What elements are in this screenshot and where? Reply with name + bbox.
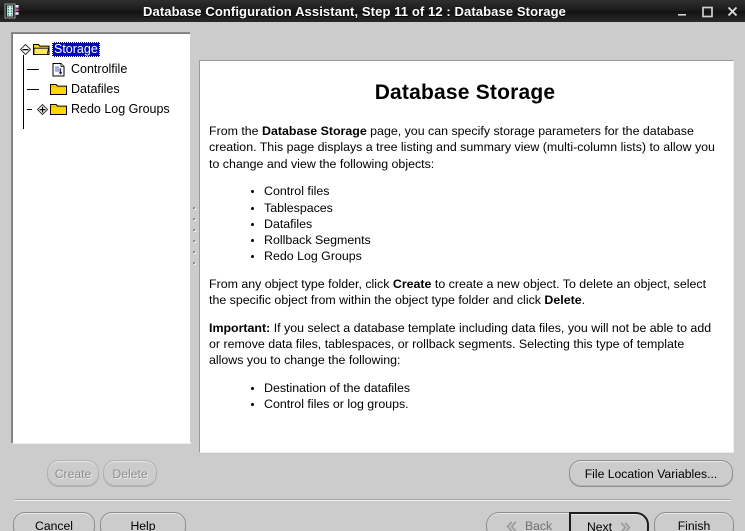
important-label: Important: bbox=[209, 320, 271, 335]
important-text: If you select a database template includ… bbox=[209, 320, 712, 368]
help-content-panel: Database Storage From the Database Stora… bbox=[199, 60, 734, 453]
file-location-variables-button[interactable]: File Location Variables... bbox=[569, 460, 733, 487]
help-button[interactable]: Help bbox=[100, 512, 186, 531]
controlfile-icon bbox=[50, 62, 67, 77]
back-button[interactable]: Back bbox=[486, 512, 571, 531]
chevron-double-left-icon bbox=[506, 520, 517, 531]
cd-seg3: . bbox=[581, 293, 586, 308]
object-type-list: Control files Tablespaces Datafiles Roll… bbox=[209, 183, 721, 264]
folder-icon bbox=[50, 102, 67, 117]
cd-bold-create: Create bbox=[392, 276, 432, 291]
create-delete-paragraph: From any object type folder, click Creat… bbox=[209, 276, 721, 309]
intro-paragraph: From the Database Storage page, you can … bbox=[209, 123, 721, 172]
close-icon[interactable] bbox=[726, 5, 739, 18]
window-title: Database Configuration Assistant, Step 1… bbox=[143, 3, 566, 19]
tree-node-label: Datafiles bbox=[71, 81, 120, 96]
changeable-items-list: Destination of the datafiles Control fil… bbox=[209, 380, 721, 413]
footer-separator bbox=[14, 499, 731, 501]
finish-button[interactable]: Finish bbox=[654, 512, 734, 531]
database-app-icon bbox=[4, 3, 20, 19]
list-item: Destination of the datafiles bbox=[251, 380, 721, 396]
intro-pre: From the bbox=[209, 124, 263, 138]
tree-node-label: Controlfile bbox=[71, 61, 128, 76]
divider-grip[interactable] bbox=[192, 207, 196, 269]
tree-node-redo-log-groups[interactable]: Redo Log Groups bbox=[16, 99, 190, 119]
important-paragraph: Important: If you select a database temp… bbox=[209, 320, 721, 369]
split-pane-divider[interactable] bbox=[190, 32, 198, 442]
folder-open-icon bbox=[33, 42, 50, 57]
page-title: Database Storage bbox=[374, 81, 556, 104]
cd-bold-delete: Delete bbox=[544, 293, 582, 308]
list-item: Control files bbox=[251, 183, 721, 199]
back-button-label: Back bbox=[524, 519, 553, 531]
tree-node-label: Storage bbox=[52, 41, 100, 57]
tree-node-label: Redo Log Groups bbox=[71, 101, 170, 116]
collapse-minus-handle[interactable] bbox=[18, 42, 33, 57]
maximize-icon[interactable] bbox=[701, 5, 714, 18]
tree-node-controlfile[interactable]: Controlfile bbox=[16, 59, 190, 79]
dialog-body: Storage Controlfile Datafiles Redo Log G… bbox=[0, 22, 745, 531]
application-window: Database Configuration Assistant, Step 1… bbox=[0, 0, 745, 531]
cd-seg1: From any object type folder, click bbox=[209, 276, 393, 291]
delete-button[interactable]: Delete bbox=[103, 460, 157, 487]
create-button[interactable]: Create bbox=[47, 460, 99, 487]
list-item: Redo Log Groups bbox=[251, 248, 721, 264]
list-item: Tablespaces bbox=[251, 200, 721, 216]
tree-node-storage[interactable]: Storage bbox=[16, 39, 190, 59]
storage-tree-panel[interactable]: Storage Controlfile Datafiles Redo Log G… bbox=[11, 32, 191, 444]
storage-tree[interactable]: Storage Controlfile Datafiles Redo Log G… bbox=[12, 33, 190, 129]
window-controls bbox=[676, 0, 739, 22]
minimize-icon[interactable] bbox=[676, 5, 689, 18]
list-item: Datafiles bbox=[251, 216, 721, 232]
next-button-label: Next bbox=[586, 520, 613, 531]
next-button[interactable]: Next bbox=[569, 512, 649, 531]
title-bar: Database Configuration Assistant, Step 1… bbox=[0, 0, 745, 23]
expand-plus-handle[interactable] bbox=[35, 102, 50, 117]
folder-icon bbox=[50, 82, 67, 97]
wizard-nav-group: Back Next bbox=[486, 512, 649, 531]
intro-bold: Database Storage bbox=[262, 124, 367, 138]
list-item: Rollback Segments bbox=[251, 232, 721, 248]
tree-node-datafiles[interactable]: Datafiles bbox=[16, 79, 190, 99]
cancel-button[interactable]: Cancel bbox=[13, 512, 95, 531]
list-item: Control files or log groups. bbox=[251, 396, 721, 412]
